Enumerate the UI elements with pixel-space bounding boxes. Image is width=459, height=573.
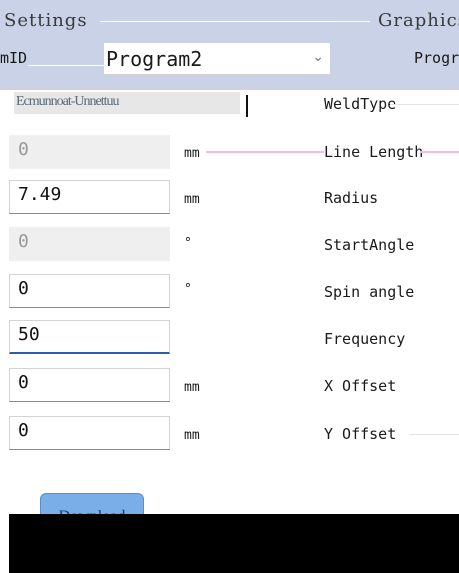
black-overlay-bar — [9, 514, 459, 573]
radius-input[interactable]: 7.49 — [9, 180, 170, 214]
chevron-down-icon: ⌄ — [312, 50, 324, 65]
highlight-line-right — [420, 151, 459, 153]
weld-type-label: WeldType — [324, 95, 397, 113]
tab-graphics[interactable]: Graphics — [378, 10, 459, 31]
start-angle-unit: ° — [184, 236, 192, 251]
line-length-unit: mm — [184, 146, 200, 161]
frequency-input[interactable]: 50 — [9, 320, 170, 354]
text-cursor — [246, 95, 248, 117]
y-offset-line — [410, 434, 459, 435]
label-underline — [28, 65, 104, 66]
weld-type-select[interactable]: Ecmunnoat-Unnettuu — [14, 92, 240, 114]
y-offset-input[interactable]: 0 — [9, 416, 170, 450]
weld-type-value: Ecmunnoat-Unnettuu — [16, 94, 120, 109]
program-select-value: Program2 — [106, 47, 203, 71]
start-angle-label: StartAngle — [324, 236, 415, 254]
tab-divider — [100, 21, 370, 22]
spin-angle-input[interactable]: 0 — [9, 274, 170, 308]
frequency-label: Frequency — [324, 330, 406, 348]
radius-label: Radius — [324, 189, 379, 207]
spin-angle-unit: ° — [184, 282, 192, 297]
program-id-label: mID — [0, 49, 28, 67]
program-right-label: Progra — [414, 49, 459, 67]
x-offset-unit: mm — [184, 380, 200, 395]
spin-angle-label: Spin angle — [324, 283, 415, 301]
start-angle-input[interactable]: 0 — [9, 227, 170, 261]
header-bar: Settings Graphics mID Program2 ⌄ Progra — [0, 0, 459, 90]
program-select[interactable]: Program2 ⌄ — [104, 43, 330, 75]
weld-type-line — [390, 104, 459, 105]
line-length-label: Line Length — [324, 143, 424, 161]
highlight-line — [206, 151, 324, 153]
y-offset-label: Y Offset — [324, 425, 397, 443]
radius-unit: mm — [184, 192, 200, 207]
y-offset-unit: mm — [184, 428, 200, 443]
x-offset-label: X Offset — [324, 377, 397, 395]
line-length-input[interactable]: 0 — [9, 135, 170, 169]
tab-settings[interactable]: Settings — [4, 10, 88, 31]
x-offset-input[interactable]: 0 — [9, 368, 170, 402]
